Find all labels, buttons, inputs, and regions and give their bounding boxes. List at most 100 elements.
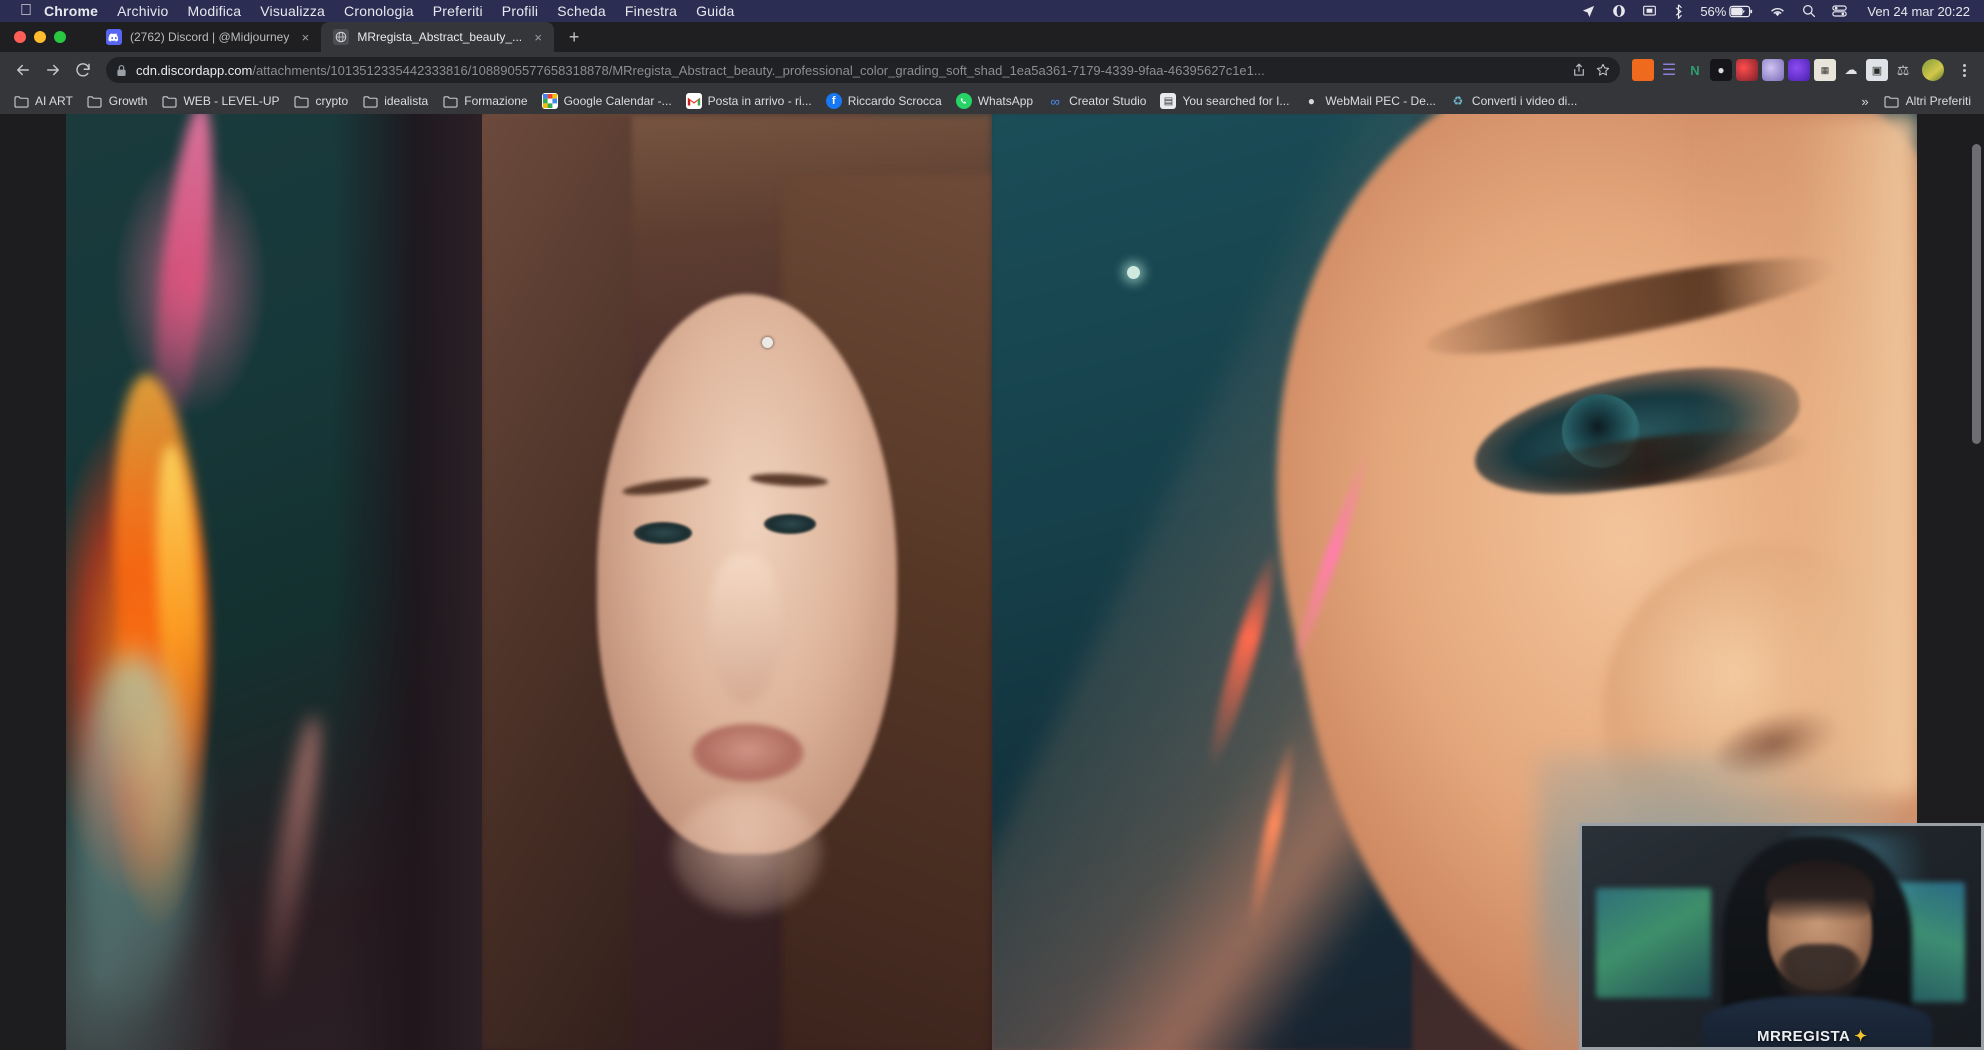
google-calendar-icon	[542, 93, 558, 109]
menu-item-scheda[interactable]: Scheda	[557, 3, 606, 19]
new-tab-button[interactable]: +	[560, 23, 588, 51]
bookmark-crypto[interactable]: crypto	[287, 90, 356, 112]
left-eye	[634, 522, 692, 544]
star-icon[interactable]	[1596, 63, 1610, 77]
bookmark-label: Growth	[109, 94, 148, 108]
three-dot-menu-icon[interactable]	[1952, 64, 1976, 77]
facebook-icon: f	[826, 93, 842, 109]
bookmark-altri-preferiti[interactable]: Altri Preferiti	[1877, 90, 1978, 112]
folder-icon	[87, 93, 103, 109]
webcam-overlay[interactable]: MRREGISTA ✦	[1579, 823, 1984, 1050]
extension-orange-icon[interactable]	[1632, 59, 1654, 81]
maximize-window-button[interactable]	[54, 31, 66, 43]
tab-close-button[interactable]: ×	[530, 29, 546, 45]
bookmark-label: Altri Preferiti	[1906, 94, 1971, 108]
address-bar[interactable]: cdn.discordapp.com/attachments/101351233…	[106, 57, 1620, 83]
bookmark-label: You searched for I...	[1182, 94, 1289, 108]
menubar-clock[interactable]: Ven 24 mar 20:22	[1867, 4, 1970, 19]
bookmark-converti-video[interactable]: ♻ Converti i video di...	[1443, 90, 1584, 112]
tab-discord[interactable]: (2762) Discord | @Midjourney ×	[94, 22, 321, 52]
bookmark-label: Creator Studio	[1069, 94, 1146, 108]
extension-n-green-icon[interactable]: N	[1684, 59, 1706, 81]
share-icon[interactable]	[1572, 63, 1586, 77]
converter-icon: ♻	[1450, 93, 1466, 109]
bookmark-label: Google Calendar -...	[564, 94, 672, 108]
bookmark-label: Converti i video di...	[1472, 94, 1577, 108]
profile-avatar[interactable]	[1922, 59, 1944, 81]
bookmark-ai-art[interactable]: AI ART	[6, 90, 80, 112]
bookmark-creator-studio[interactable]: ∞ Creator Studio	[1040, 90, 1153, 112]
bookmark-webmail-pec[interactable]: ● WebMail PEC - De...	[1296, 90, 1442, 112]
wordpress-icon: ▤	[1160, 93, 1176, 109]
spotlight-search-icon[interactable]	[1802, 4, 1816, 18]
extension-violet-icon[interactable]	[1788, 59, 1810, 81]
bookmark-facebook-riccardo-scrocca[interactable]: f Riccardo Scrocca	[819, 90, 949, 112]
extension-grid-icon[interactable]: ▦	[1814, 59, 1836, 81]
back-arrow-icon[interactable]	[8, 55, 38, 85]
url-domain: cdn.discordapp.com	[136, 63, 252, 78]
scrollbar-thumb[interactable]	[1972, 144, 1981, 444]
meta-creator-studio-icon: ∞	[1047, 93, 1063, 109]
bookmark-label: WhatsApp	[978, 94, 1033, 108]
nose	[710, 554, 780, 704]
extension-window-icon[interactable]: ▣	[1866, 59, 1888, 81]
bookmark-gmail[interactable]: Posta in arrivo - ri...	[679, 90, 819, 112]
image-panel-portrait	[482, 114, 992, 1050]
presenter-hair	[1766, 860, 1874, 922]
circle-cursor-icon	[762, 337, 773, 348]
menu-item-archivio[interactable]: Archivio	[117, 3, 168, 19]
bookmark-google-calendar[interactable]: Google Calendar -...	[535, 90, 679, 112]
control-center-icon[interactable]	[1832, 4, 1847, 18]
close-window-button[interactable]	[14, 31, 26, 43]
location-arrow-icon[interactable]	[1581, 4, 1596, 19]
menu-app-name[interactable]: Chrome	[44, 3, 98, 19]
bookmarks-overflow-button[interactable]: »	[1853, 91, 1876, 112]
menu-item-modifica[interactable]: Modifica	[188, 3, 242, 19]
webmail-icon: ●	[1303, 93, 1319, 109]
image-panel-abstract	[66, 114, 482, 1050]
display-icon[interactable]	[1642, 4, 1657, 18]
bookmark-label: Posta in arrivo - ri...	[708, 94, 812, 108]
watermark-star-icon: ✦	[1854, 1027, 1867, 1045]
omnibox-actions	[1572, 63, 1610, 77]
vpn-icon[interactable]	[1612, 4, 1626, 18]
extension-dark-cat-icon[interactable]: ●	[1710, 59, 1732, 81]
wifi-icon[interactable]	[1769, 5, 1786, 18]
menu-item-guida[interactable]: Guida	[696, 3, 734, 19]
browser-tab-strip: (2762) Discord | @Midjourney × MRregista…	[0, 22, 1984, 52]
menu-item-preferiti[interactable]: Preferiti	[433, 3, 483, 19]
reload-icon[interactable]	[68, 55, 98, 85]
window-traffic-lights	[0, 31, 66, 52]
extension-lavender-icon[interactable]	[1762, 59, 1784, 81]
lips	[692, 724, 804, 782]
forward-arrow-icon[interactable]	[38, 55, 68, 85]
bookmark-web-level-up[interactable]: WEB - LEVEL-UP	[154, 90, 286, 112]
puzzle-pin-icon[interactable]: ⚖	[1892, 59, 1914, 81]
bookmark-formazione[interactable]: Formazione	[435, 90, 534, 112]
menu-item-cronologia[interactable]: Cronologia	[344, 3, 414, 19]
extensions-bar: ☰ N ● ▦ ☁ ▣ ⚖	[1628, 59, 1976, 81]
extension-red-dot-icon[interactable]	[1736, 59, 1758, 81]
battery-status[interactable]: 56%	[1700, 4, 1753, 19]
bookmark-growth[interactable]: Growth	[80, 90, 155, 112]
extension-cloud-icon[interactable]: ☁	[1840, 59, 1862, 81]
tab-close-button[interactable]: ×	[297, 29, 313, 45]
url-path: /attachments/1013512335442333816/1088905…	[252, 63, 1264, 78]
extension-purple-streak-icon[interactable]: ☰	[1658, 59, 1680, 81]
menu-item-finestra[interactable]: Finestra	[625, 3, 677, 19]
bluetooth-icon[interactable]	[1673, 4, 1684, 19]
menu-item-profili[interactable]: Profili	[502, 3, 538, 19]
bookmark-idealista[interactable]: idealista	[355, 90, 435, 112]
page-content-area: MRREGISTA ✦	[0, 114, 1984, 1050]
bookmark-whatsapp[interactable]: WhatsApp	[949, 90, 1040, 112]
tab-mrregista-image[interactable]: MRregista_Abstract_beauty_... ×	[321, 22, 554, 52]
menu-item-visualizza[interactable]: Visualizza	[260, 3, 325, 19]
lock-icon	[116, 64, 128, 77]
folder-icon	[13, 93, 29, 109]
channel-watermark: MRREGISTA ✦	[1757, 1027, 1867, 1045]
panel-edge-shadow	[332, 114, 482, 1050]
apple-logo-icon[interactable]: 	[20, 3, 32, 19]
monitor-left	[1596, 888, 1711, 998]
bookmark-you-searched-for[interactable]: ▤ You searched for I...	[1153, 90, 1296, 112]
minimize-window-button[interactable]	[34, 31, 46, 43]
